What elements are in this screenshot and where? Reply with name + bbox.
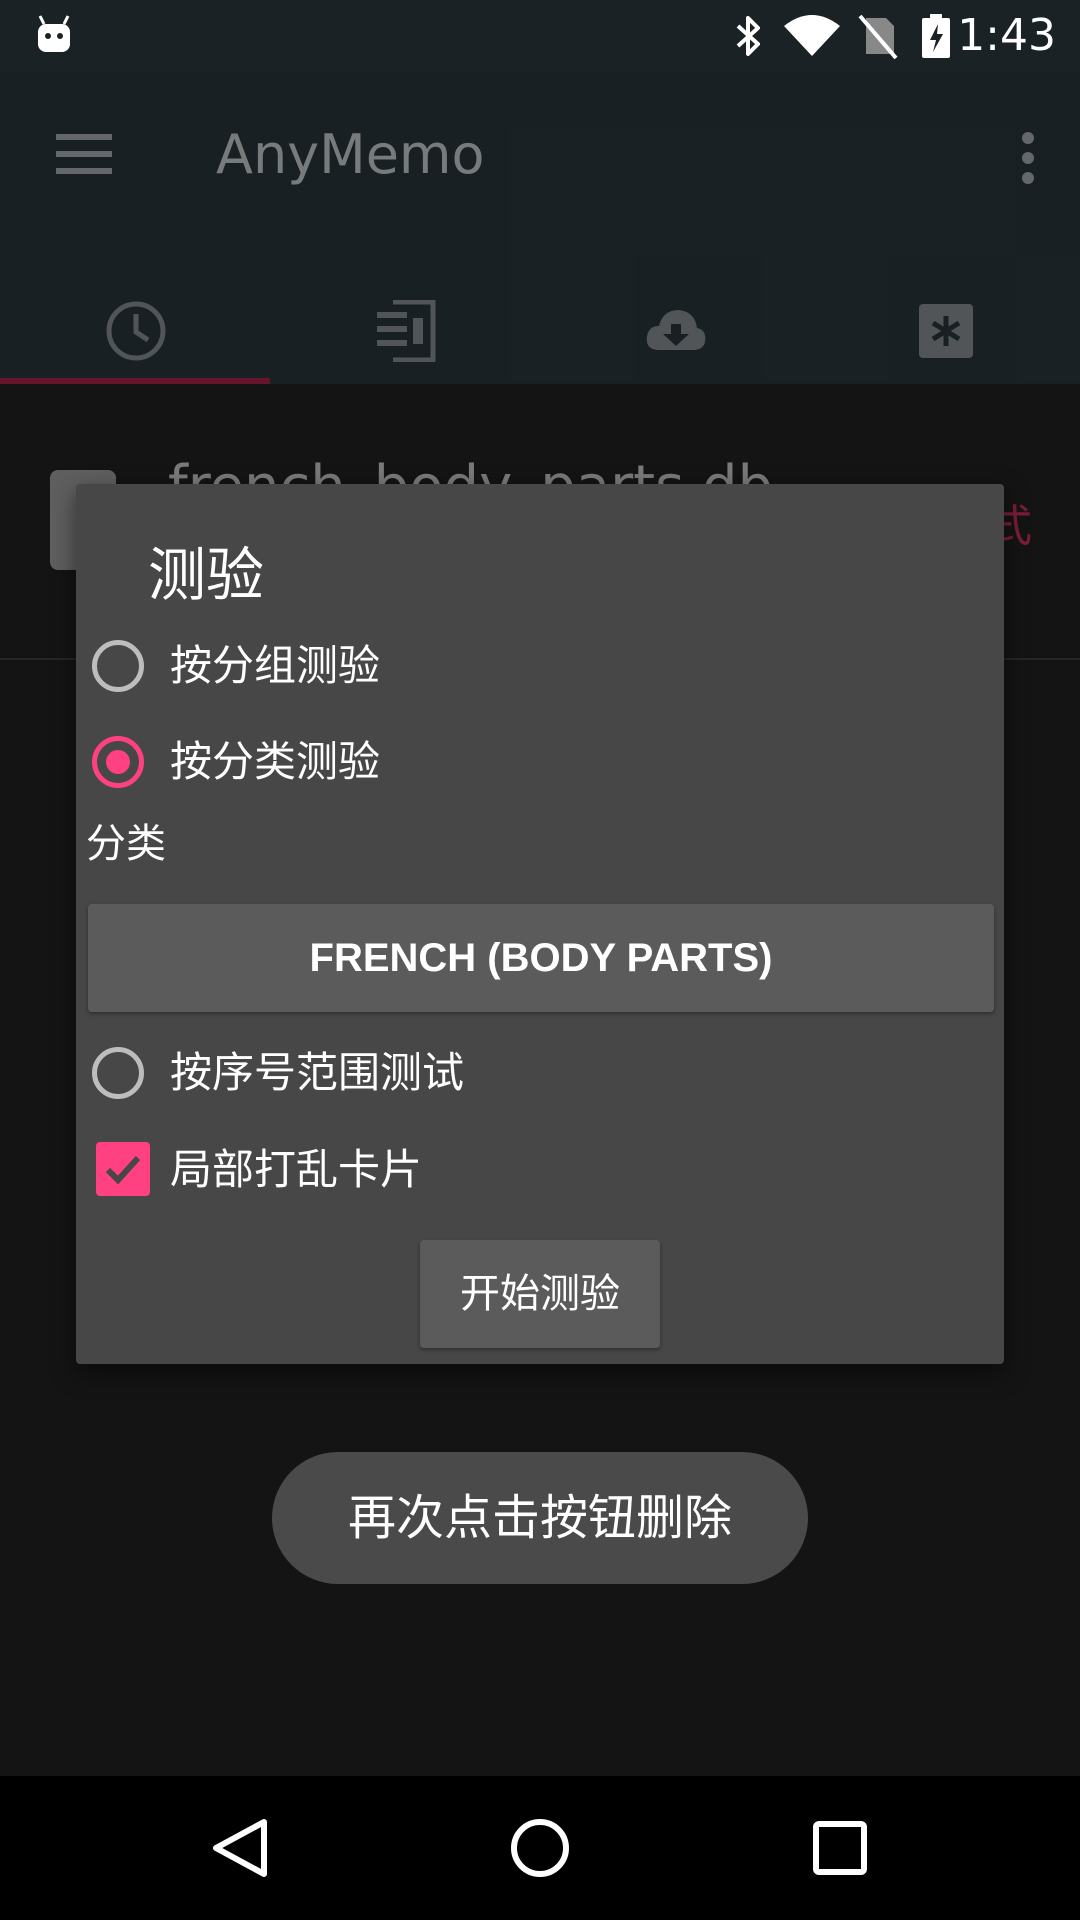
no-sim-icon [858, 14, 898, 60]
start-quiz-button[interactable]: 开始测验 [420, 1240, 660, 1348]
radio-button[interactable] [92, 1047, 144, 1099]
toast-message: 再次点击按钮删除 [272, 1452, 808, 1584]
radio-label: 按序号范围测试 [170, 1048, 465, 1097]
back-button[interactable] [206, 1812, 278, 1884]
navigation-bar [0, 1776, 1080, 1920]
category-label: 分类 [86, 821, 166, 867]
scrim [0, 72, 1080, 384]
back-icon [213, 1819, 267, 1877]
battery-charging-icon [922, 14, 950, 58]
android-icon [38, 15, 70, 52]
radio-quiz-by-category[interactable]: 按分类测验 [92, 726, 972, 806]
status-bar: 1:43 [0, 0, 1080, 72]
clock-time: 1:43 [957, 10, 1056, 61]
dialog-title: 测验 [148, 541, 265, 609]
recents-button[interactable] [804, 1812, 876, 1884]
radio-quiz-by-range[interactable]: 按序号范围测试 [92, 1037, 972, 1117]
category-select-button[interactable]: FRENCH (BODY PARTS) [88, 904, 994, 1012]
quiz-dialog: 测验 按分组测验 按分类测验 分类 FRENCH (BODY PARTS) 按序… [76, 484, 1004, 1364]
home-button[interactable] [504, 1812, 576, 1884]
checkbox-shuffle-cards[interactable]: 局部打乱卡片 [92, 1134, 972, 1214]
radio-label: 按分类测验 [170, 737, 381, 786]
screen: 1:43 AnyMemo 式 测验 按分组测验 按分类测验 分类 FRENCH … [0, 0, 1080, 1920]
app-bar: AnyMemo [0, 72, 1080, 384]
wifi-icon [784, 15, 840, 56]
bluetooth-icon [736, 16, 760, 56]
checkbox-label: 局部打乱卡片 [170, 1145, 423, 1194]
home-icon [511, 1819, 569, 1877]
radio-label: 按分组测验 [170, 641, 381, 690]
checkbox-checked[interactable] [96, 1142, 150, 1196]
radio-button[interactable] [92, 640, 144, 692]
radio-button-checked[interactable] [92, 736, 144, 788]
radio-quiz-by-group[interactable]: 按分组测验 [92, 630, 972, 710]
recents-icon [813, 1821, 867, 1875]
check-icon [105, 1155, 141, 1185]
